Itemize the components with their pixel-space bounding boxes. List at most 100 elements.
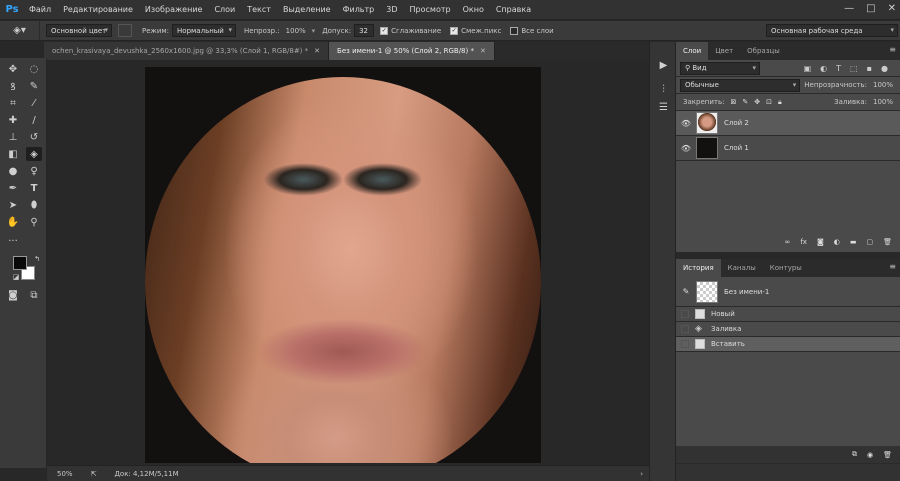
- path-select-icon[interactable]: ➤: [5, 198, 21, 212]
- tab-channels[interactable]: Каналы: [721, 259, 763, 277]
- tolerance-input[interactable]: 32: [354, 24, 375, 37]
- hand-tool-icon[interactable]: ✋: [5, 215, 21, 229]
- history-brush-source-icon[interactable]: ✎: [676, 287, 696, 296]
- link-layers-icon[interactable]: ∞: [785, 238, 791, 246]
- dodge-tool-icon[interactable]: ♀: [26, 164, 42, 178]
- healing-brush-icon[interactable]: ✚: [5, 113, 21, 127]
- new-layer-icon[interactable]: ▢: [866, 238, 873, 246]
- close-icon[interactable]: ✕: [888, 3, 896, 14]
- fill-source-select[interactable]: Основной цвет ▾: [46, 24, 112, 37]
- type-filter-icon[interactable]: T: [836, 64, 841, 73]
- tab-document-1[interactable]: ochen_krasivaya_devushka_2560x1600.jpg @…: [44, 42, 330, 60]
- export-icon[interactable]: ⇱: [91, 470, 97, 478]
- smart-filter-icon[interactable]: ▪: [867, 64, 872, 73]
- type-tool-icon[interactable]: T: [26, 181, 42, 195]
- history-checkbox[interactable]: [681, 325, 689, 333]
- document-canvas[interactable]: [145, 67, 541, 463]
- history-brush-icon[interactable]: ↺: [26, 130, 42, 144]
- lock-position-icon[interactable]: ✥: [754, 98, 760, 106]
- canvas-area[interactable]: [47, 60, 649, 465]
- blend-mode-select[interactable]: Обычные ▾: [680, 78, 801, 92]
- lock-all-icon[interactable]: 🔒︎: [778, 98, 782, 107]
- minimize-icon[interactable]: —: [844, 3, 854, 14]
- marquee-tool-icon[interactable]: ◌: [26, 62, 42, 76]
- panel-menu-icon[interactable]: ≡: [889, 45, 896, 54]
- menu-3d[interactable]: 3D: [380, 0, 403, 20]
- tab-document-2[interactable]: Без имени-1 @ 50% (Слой 2, RGB/8) * ✕: [329, 42, 495, 60]
- zoom-tool-icon[interactable]: ⚲: [26, 215, 42, 229]
- menu-window[interactable]: Окно: [457, 0, 490, 20]
- adjustment-filter-icon[interactable]: ◐: [820, 64, 827, 73]
- antialias-checkbox[interactable]: ✓: [380, 26, 389, 35]
- menu-help[interactable]: Справка: [490, 0, 537, 20]
- ellipse-tool-icon[interactable]: ⬮: [26, 198, 42, 212]
- default-colors-icon[interactable]: ◪: [8, 270, 24, 284]
- chevron-right-icon[interactable]: ›: [640, 470, 643, 478]
- history-item[interactable]: Новый: [676, 307, 900, 322]
- delete-layer-icon[interactable]: 🗑︎: [883, 238, 892, 246]
- blur-tool-icon[interactable]: ●: [5, 164, 21, 178]
- layer-filter-select[interactable]: ⚲ Вид ▾: [680, 61, 760, 75]
- opacity-arrow-icon[interactable]: ▾: [312, 27, 316, 35]
- fx-icon[interactable]: fx: [800, 238, 807, 246]
- close-icon[interactable]: ✕: [480, 42, 486, 60]
- layer-name[interactable]: Слой 2: [724, 119, 749, 127]
- workspace-select[interactable]: Основная рабочая среда ▾: [766, 24, 898, 37]
- visibility-eye-icon[interactable]: 👁︎: [676, 119, 696, 128]
- stamp-tool-icon[interactable]: ⊥: [5, 130, 21, 144]
- play-icon[interactable]: ▶: [656, 58, 671, 72]
- doc-size[interactable]: Док: 4,12M/5,11M: [114, 470, 178, 478]
- panel-menu-icon[interactable]: ≡: [889, 262, 896, 271]
- layer-row[interactable]: 👁︎ Слой 1: [676, 136, 900, 161]
- eraser-tool-icon[interactable]: ◧: [5, 147, 21, 161]
- tab-history[interactable]: История: [676, 259, 721, 277]
- menu-select[interactable]: Выделение: [277, 0, 337, 20]
- menu-filter[interactable]: Фильтр: [337, 0, 381, 20]
- new-document-from-state-icon[interactable]: ⧉: [852, 450, 857, 459]
- tab-swatches[interactable]: Образцы: [740, 42, 787, 60]
- menu-layer[interactable]: Слои: [208, 0, 241, 20]
- fill-value[interactable]: 100%: [873, 98, 893, 106]
- lock-pixels-icon[interactable]: ⊠: [730, 98, 736, 106]
- tab-paths[interactable]: Контуры: [763, 259, 809, 277]
- menu-view[interactable]: Просмотр: [404, 0, 457, 20]
- visibility-eye-icon[interactable]: 👁︎: [676, 144, 696, 153]
- layer-row[interactable]: 👁︎ Слой 2: [676, 111, 900, 136]
- lock-paint-icon[interactable]: ✎: [742, 98, 748, 106]
- properties-icon[interactable]: ☰: [656, 100, 671, 114]
- layer-name[interactable]: Слой 1: [724, 144, 749, 152]
- eyedropper-tool-icon[interactable]: ⁄: [26, 96, 42, 110]
- quick-mask-icon[interactable]: ◙: [5, 288, 21, 302]
- pattern-swatch[interactable]: [118, 24, 132, 37]
- paint-bucket-tool-icon[interactable]: ◈: [26, 147, 42, 161]
- pen-tool-icon[interactable]: ✒: [5, 181, 21, 195]
- camera-icon[interactable]: ◉: [867, 451, 873, 459]
- history-checkbox[interactable]: [681, 310, 689, 318]
- menu-image[interactable]: Изображение: [139, 0, 209, 20]
- layer-opacity-value[interactable]: 100%: [873, 81, 893, 89]
- more-tools-icon[interactable]: ···: [5, 234, 21, 248]
- tab-color[interactable]: Цвет: [708, 42, 740, 60]
- new-group-icon[interactable]: ▬: [850, 238, 857, 246]
- lasso-tool-icon[interactable]: ꝸ: [5, 79, 21, 93]
- screen-mode-icon[interactable]: ⧉: [26, 288, 42, 302]
- close-icon[interactable]: ✕: [314, 42, 320, 60]
- zoom-level[interactable]: 50%: [57, 470, 73, 478]
- menu-file[interactable]: Файл: [23, 0, 57, 20]
- all-layers-checkbox[interactable]: [510, 26, 519, 35]
- opacity-value[interactable]: 100%: [286, 27, 306, 35]
- adjustments-icon[interactable]: ⫶: [656, 82, 671, 96]
- brush-tool-icon[interactable]: /: [26, 113, 42, 127]
- menu-type[interactable]: Текст: [241, 0, 277, 20]
- maximize-icon[interactable]: □: [866, 3, 875, 14]
- add-mask-icon[interactable]: ◙: [817, 238, 824, 246]
- history-snapshot[interactable]: ✎ Без имени-1: [676, 277, 900, 307]
- foreground-color-swatch[interactable]: [13, 256, 27, 270]
- mode-select[interactable]: Нормальный ▾: [172, 24, 237, 37]
- crop-tool-icon[interactable]: ⌗: [5, 96, 21, 110]
- delete-state-icon[interactable]: 🗑︎: [883, 451, 892, 459]
- lock-artboard-icon[interactable]: ⊡: [766, 98, 772, 106]
- pixel-filter-icon[interactable]: ▣: [804, 64, 812, 73]
- filter-toggle-icon[interactable]: ●: [881, 64, 888, 73]
- shape-filter-icon[interactable]: ⬚: [850, 64, 858, 73]
